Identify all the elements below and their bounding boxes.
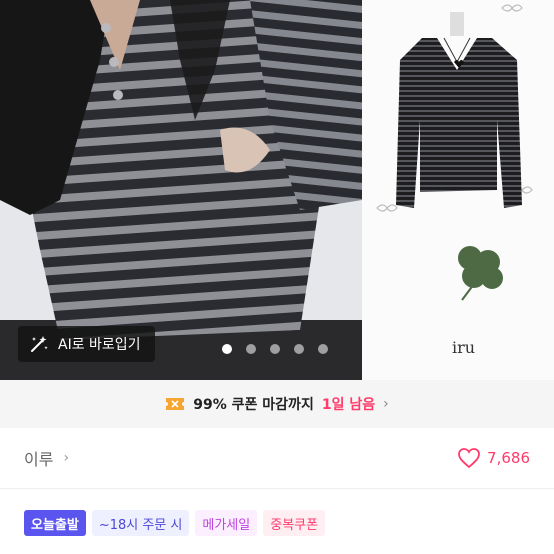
coupon-text: 99% 쿠폰 마감까지 — [193, 397, 314, 413]
product-photo-model[interactable] — [0, 0, 362, 380]
badge-today-shipping: 오늘출발 — [24, 510, 86, 536]
badge-mega-sale: 메가세일 — [195, 510, 258, 536]
section-divider — [0, 488, 554, 489]
carousel-dot[interactable] — [318, 344, 328, 354]
carousel-pagination — [222, 344, 328, 354]
magic-wand-icon — [31, 336, 48, 352]
badge-duplicate-coupon: 중복쿠폰 — [263, 510, 326, 536]
coupon-icon — [166, 398, 185, 410]
chevron-right-icon: › — [383, 396, 389, 412]
badge-order-cutoff: ~18시 주문 시 — [91, 510, 190, 536]
store-info-row: 이루 › 7,686 — [0, 428, 554, 488]
product-image-carousel[interactable]: iru AI로 바로입기 — [0, 0, 554, 380]
carousel-dot[interactable] — [294, 344, 304, 354]
coupon-remaining-time: 1일 남음 — [321, 397, 376, 413]
heart-icon — [458, 448, 480, 469]
chevron-right-icon: › — [63, 450, 70, 466]
ai-try-on-button[interactable]: AI로 바로입기 — [18, 326, 155, 362]
carousel-dot[interactable] — [246, 344, 256, 354]
ai-try-on-label: AI로 바로입기 — [58, 337, 141, 353]
like-count: 7,686 — [487, 449, 530, 467]
coupon-deadline-banner[interactable]: 99% 쿠폰 마감까지 1일 남음 › — [0, 380, 554, 428]
product-badges: 오늘출발 ~18시 주문 시 메가세일 중복쿠폰 — [24, 510, 326, 536]
carousel-dot[interactable] — [270, 344, 280, 354]
brand-signature-text: iru — [452, 338, 476, 357]
product-photo-flatlay[interactable]: iru — [362, 0, 554, 380]
store-name: 이루 — [24, 450, 54, 469]
store-link[interactable]: 이루 › — [24, 446, 69, 470]
carousel-dot[interactable] — [222, 344, 232, 354]
like-button[interactable]: 7,686 — [457, 447, 530, 469]
